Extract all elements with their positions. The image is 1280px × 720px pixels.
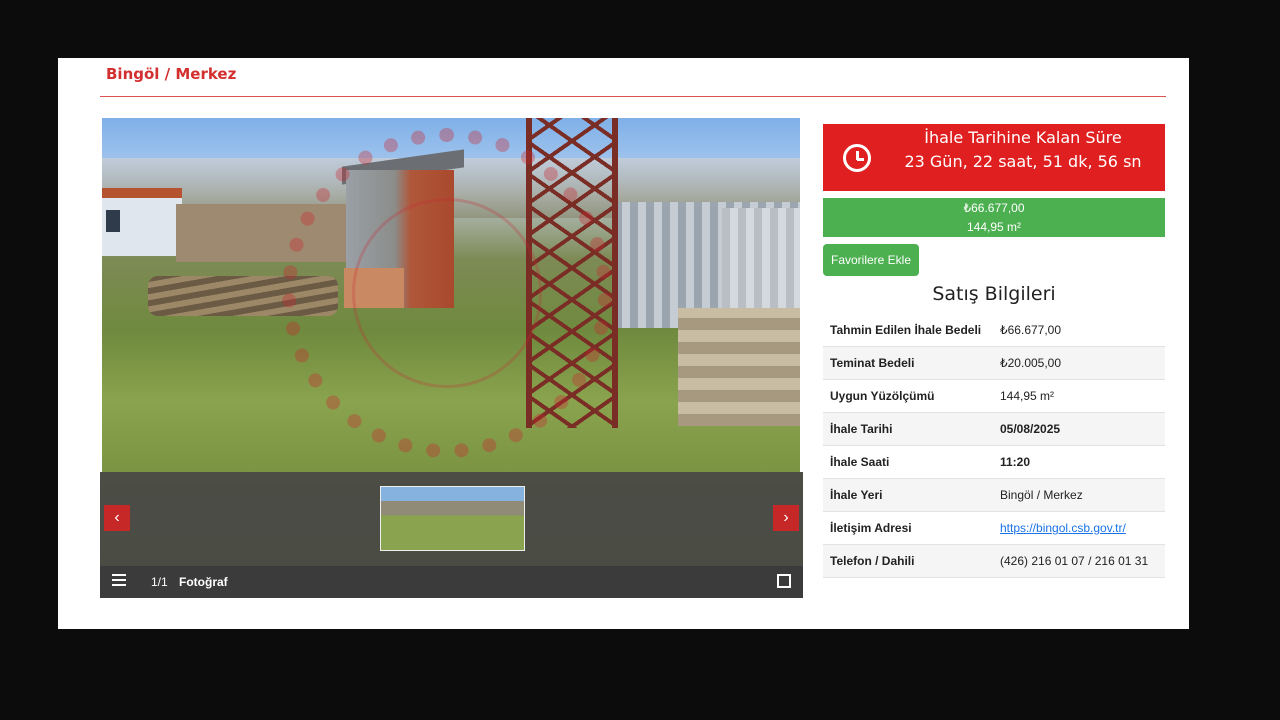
row-label: Teminat Bedeli	[823, 346, 993, 380]
fullscreen-icon[interactable]	[777, 574, 791, 588]
table-row: İhale Yeri Bingöl / Merkez	[823, 478, 1165, 512]
row-label: İhale Yeri	[823, 478, 993, 512]
add-favorite-button[interactable]: Favorilere Ekle	[823, 244, 919, 276]
thumbnail-strip: ‹ ›	[100, 472, 803, 566]
table-row: Telefon / Dahili (426) 216 01 07 / 216 0…	[823, 544, 1165, 578]
row-value: ₺20.005,00	[993, 346, 1165, 380]
divider	[100, 96, 1166, 97]
clock-icon	[843, 144, 871, 172]
chevron-right-icon[interactable]: ›	[773, 505, 799, 531]
price-value: ₺66.677,00	[963, 201, 1025, 215]
table-row: İletişim Adresi https://bingol.csb.gov.t…	[823, 511, 1165, 545]
row-value: 11:20	[993, 445, 1165, 479]
stone-wall	[678, 308, 800, 426]
table-row: Teminat Bedeli ₺20.005,00	[823, 346, 1165, 380]
chevron-left-icon[interactable]: ‹	[104, 505, 130, 531]
house	[102, 188, 182, 256]
row-value: Bingöl / Merkez	[993, 478, 1165, 512]
row-value: 144,95 m²	[993, 379, 1165, 413]
table-row: İhale Tarihi 05/08/2025	[823, 412, 1165, 446]
row-label: Tahmin Edilen İhale Bedeli	[823, 314, 993, 347]
area-value: 144,95 m²	[966, 220, 1022, 234]
price-summary: ₺66.677,00 144,95 m²	[823, 198, 1165, 237]
contact-address-link[interactable]: https://bingol.csb.gov.tr/	[1000, 521, 1126, 535]
row-value: (426) 216 01 07 / 216 01 31	[993, 544, 1165, 578]
breadcrumb[interactable]: Bingöl / Merkez	[106, 65, 236, 83]
row-label: İhale Saati	[823, 445, 993, 479]
row-value: ₺66.677,00	[993, 314, 1165, 347]
countdown-value: 23 Gün, 22 saat, 51 dk, 56 sn	[904, 152, 1142, 171]
table-row: Tahmin Edilen İhale Bedeli ₺66.677,00	[823, 314, 1165, 347]
row-label: İletişim Adresi	[823, 511, 993, 545]
row-label: İhale Tarihi	[823, 412, 993, 446]
gallery-toolbar: 1/1 Fotoğraf	[100, 566, 803, 598]
photo-counter: 1/1	[151, 575, 168, 589]
photo-caption: Fotoğraf	[179, 575, 228, 589]
row-label: Telefon / Dahili	[823, 544, 993, 578]
sales-info-title: Satış Bilgileri	[932, 283, 1056, 305]
property-photo[interactable]	[102, 118, 800, 472]
countdown-title: İhale Tarihine Kalan Süre	[924, 128, 1122, 147]
sales-info-table: Tahmin Edilen İhale Bedeli ₺66.677,00 Te…	[823, 314, 1165, 578]
table-row: İhale Saati 11:20	[823, 445, 1165, 479]
thumbnail[interactable]	[380, 486, 525, 551]
row-value: 05/08/2025	[993, 412, 1165, 446]
photo-gallery: ‹ › 1/1 Fotoğraf	[100, 118, 803, 598]
list-icon[interactable]	[112, 574, 126, 586]
auction-countdown: İhale Tarihine Kalan Süre 23 Gün, 22 saa…	[823, 124, 1165, 191]
listing-page: Bingöl / Merkez ‹ › 1/1 Fotoğraf İhale T…	[58, 58, 1189, 629]
row-label: Uygun Yüzölçümü	[823, 379, 993, 413]
table-row: Uygun Yüzölçümü 144,95 m²	[823, 379, 1165, 413]
